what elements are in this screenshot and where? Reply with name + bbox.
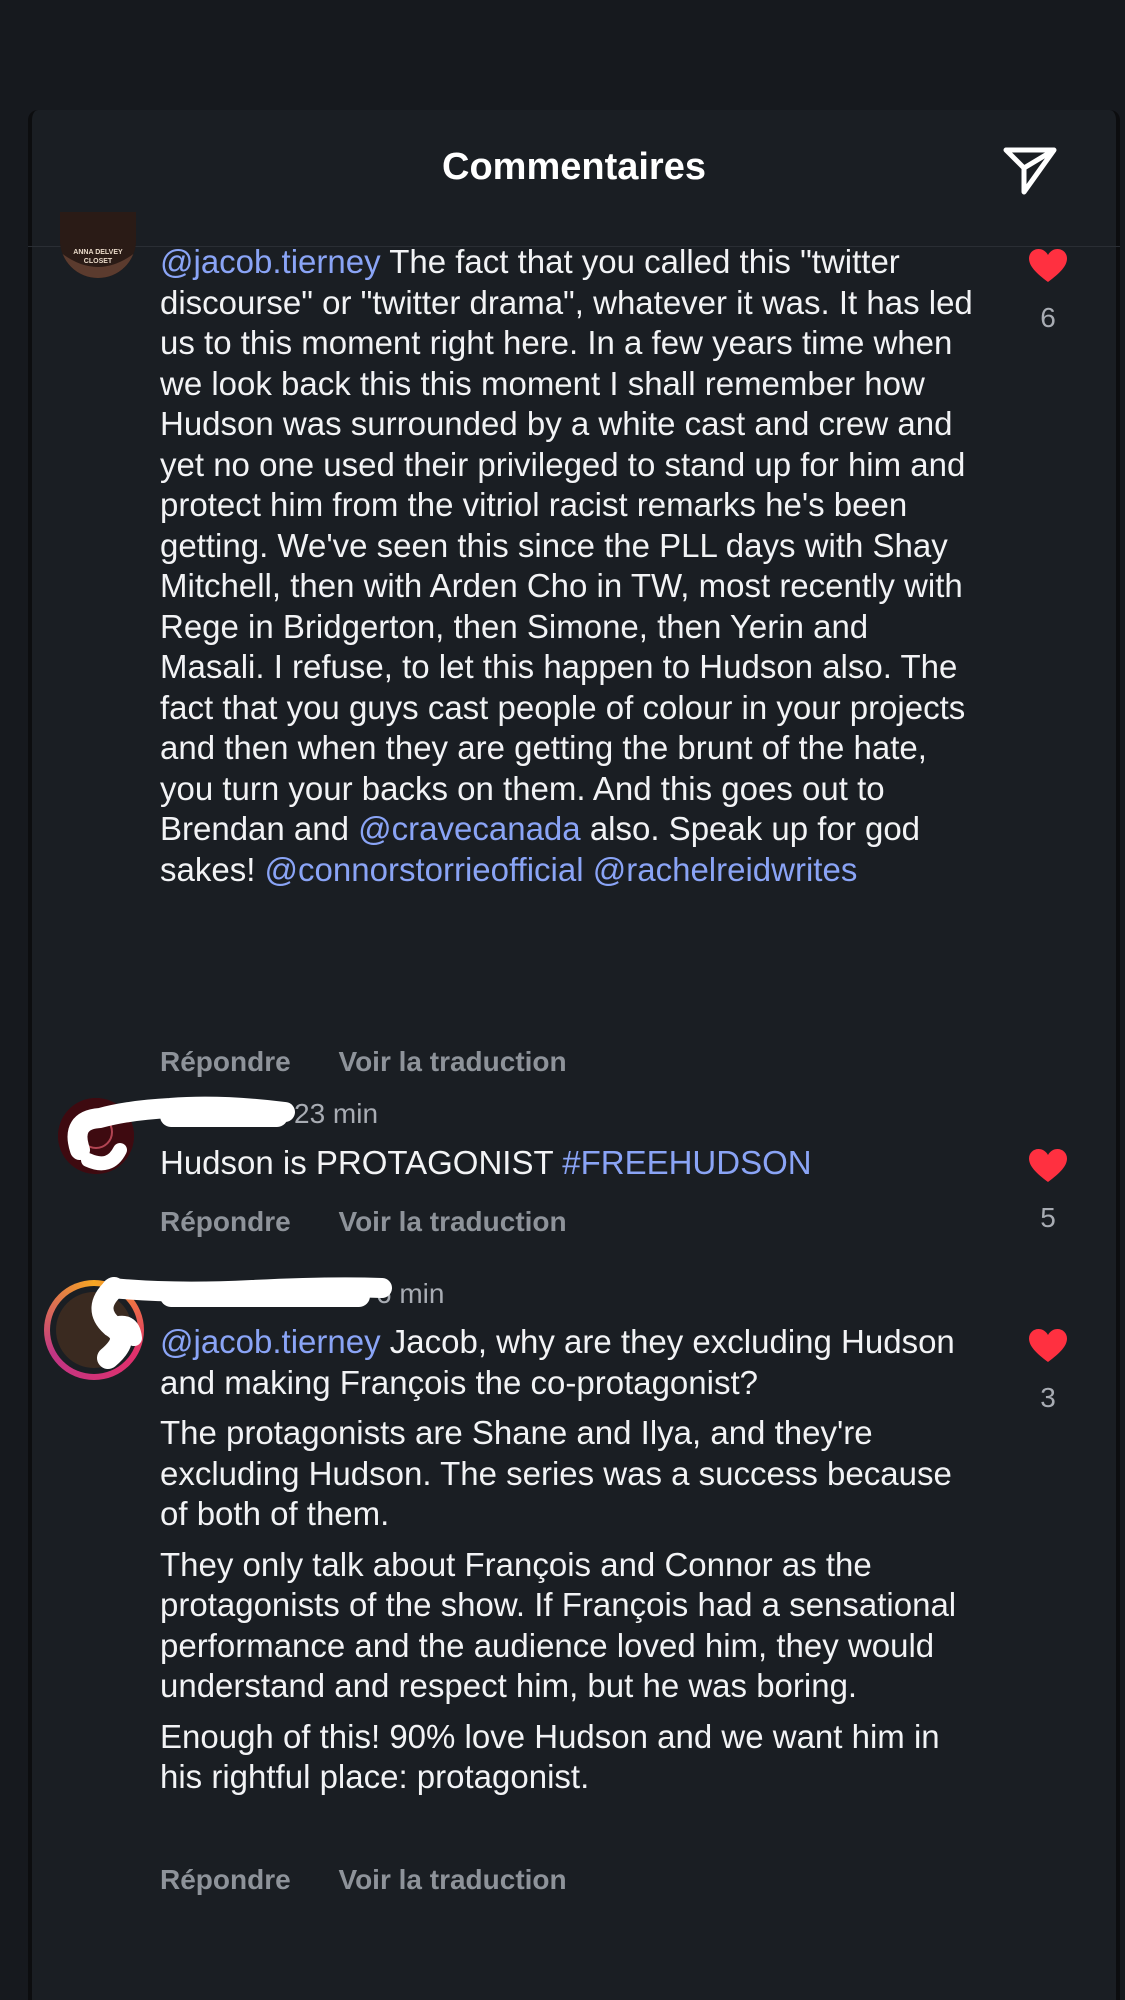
like-control: 6 <box>1026 248 1070 334</box>
reply-button[interactable]: Répondre <box>160 1046 291 1077</box>
comment-text: The protagonists are Shane and Ilya, and… <box>160 1414 952 1532</box>
comments-header: Commentaires <box>28 110 1120 247</box>
see-translation-button[interactable]: Voir la traduction <box>338 1046 566 1077</box>
like-count: 6 <box>1040 302 1056 333</box>
see-translation-button[interactable]: Voir la traduction <box>338 1206 566 1237</box>
mention-link[interactable]: @cravecanada <box>358 810 580 847</box>
reply-button[interactable]: Répondre <box>160 1206 291 1237</box>
comment-actions: Répondre Voir la traduction <box>160 1206 567 1238</box>
page-title: Commentaires <box>442 146 706 188</box>
send-icon[interactable] <box>1000 140 1060 200</box>
like-control: 3 <box>1026 1328 1070 1414</box>
like-count: 5 <box>1040 1202 1056 1233</box>
mention-link[interactable]: @rachelreidwrites <box>593 851 858 888</box>
heart-icon[interactable] <box>1028 1148 1068 1184</box>
comment-text: The fact that you called this "twitter d… <box>160 243 973 847</box>
comment-body: @jacob.tierney The fact that you called … <box>160 242 980 890</box>
redaction-scribble <box>67 1096 295 1171</box>
redaction-scribble <box>91 1277 392 1369</box>
reply-button[interactable]: Répondre <box>160 1864 291 1895</box>
mention-link[interactable]: @jacob.tierney <box>160 243 381 280</box>
see-translation-button[interactable]: Voir la traduction <box>338 1864 566 1895</box>
comment-text: Enough of this! 90% love Hudson and we w… <box>160 1717 940 1796</box>
heart-icon[interactable] <box>1028 1328 1068 1364</box>
comment-body: @jacob.tierney Jacob, why are they exclu… <box>160 1322 980 1808</box>
hashtag-link[interactable]: #FREEHUDSON <box>562 1144 811 1181</box>
comment-time: 23 min <box>294 1098 379 1129</box>
mention-link[interactable]: @connorstorrieofficial <box>265 851 584 888</box>
comment-actions: Répondre Voir la traduction <box>160 1046 567 1078</box>
comment-actions: Répondre Voir la traduction <box>160 1864 567 1896</box>
like-count: 3 <box>1040 1382 1056 1413</box>
like-control: 5 <box>1026 1148 1070 1234</box>
heart-icon[interactable] <box>1028 248 1068 284</box>
avatar-logo-text: ANNA DELVEY CLOSET <box>73 249 123 265</box>
comment-text: They only talk about François and Connor… <box>160 1545 957 1705</box>
